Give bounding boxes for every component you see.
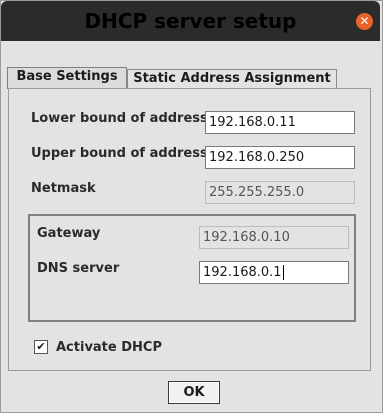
tab-static-address-assignment[interactable]: Static Address Assignment	[127, 69, 337, 88]
window-title: DHCP server setup	[84, 9, 297, 33]
text-cursor	[282, 265, 284, 280]
tab-bar: Base Settings Static Address Assignment	[7, 67, 337, 89]
activate-dhcp-label: Activate DHCP	[56, 340, 162, 355]
gateway-field: 192.168.0.10	[199, 226, 349, 249]
ok-button[interactable]: OK	[168, 381, 220, 404]
dns-server-label: DNS server	[37, 261, 120, 276]
lower-bound-input[interactable]: 192.168.0.11	[205, 111, 355, 134]
netmask-label: Netmask	[31, 181, 96, 196]
upper-bound-label: Upper bound of address	[31, 146, 208, 161]
lower-bound-label: Lower bound of address	[31, 111, 208, 126]
activate-dhcp-checkbox[interactable]: ✔	[34, 340, 48, 354]
dns-server-input[interactable]: 192.168.0.1	[199, 261, 349, 284]
netmask-field: 255.255.255.0	[205, 181, 355, 204]
tab-base-settings[interactable]: Base Settings	[7, 67, 127, 89]
title-bar: DHCP server setup ✕	[1, 1, 380, 41]
gateway-label: Gateway	[37, 226, 101, 241]
close-icon[interactable]: ✕	[356, 13, 373, 30]
upper-bound-input[interactable]: 192.168.0.250	[205, 146, 355, 169]
dhcp-setup-dialog: DHCP server setup ✕ Base Settings Static…	[0, 0, 383, 413]
dns-server-value: 192.168.0.1	[203, 265, 282, 280]
